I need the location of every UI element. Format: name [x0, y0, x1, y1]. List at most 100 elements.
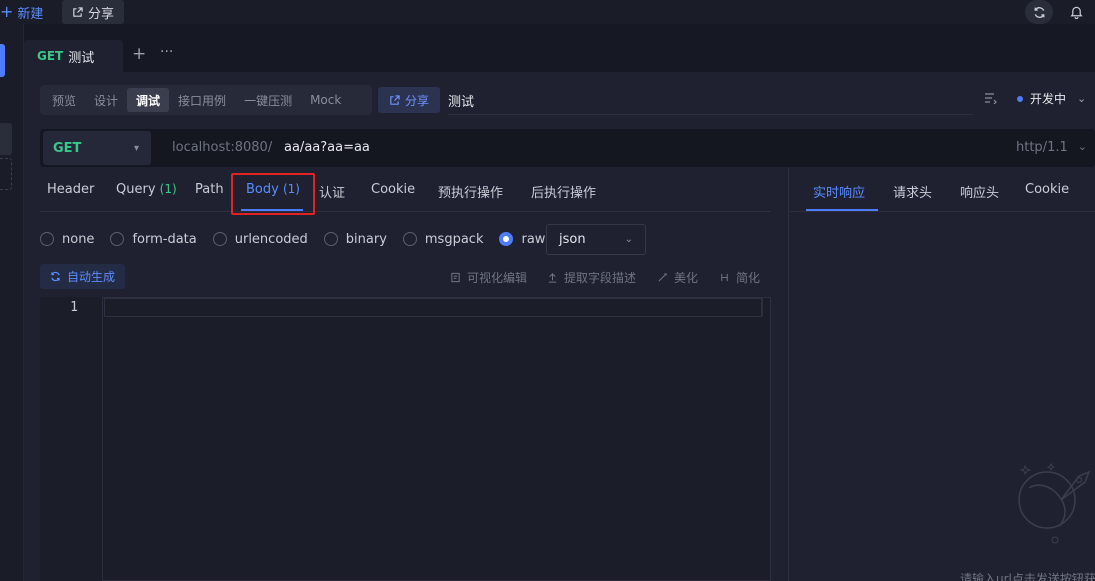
mode-load-test[interactable]: 一键压测	[235, 88, 301, 112]
share-button[interactable]: 分享	[378, 87, 440, 113]
tab-method: GET	[37, 49, 64, 63]
radio-urlencoded[interactable]: urlencoded	[212, 231, 308, 247]
tab-post-label: 后执行操作	[531, 186, 597, 201]
mode-switcher: 预览 设计 调试 接口用例 一键压测 Mock	[40, 85, 372, 115]
new-button[interactable]: + 新建	[0, 0, 43, 24]
mode-design[interactable]: 设计	[85, 88, 127, 112]
highlight-annotation-box	[231, 173, 315, 215]
code-editor[interactable]	[40, 297, 771, 581]
url-path-input[interactable]: aa/aa?aa=aa	[284, 140, 370, 155]
sidebar-active-indicator[interactable]	[0, 44, 5, 77]
tab-bar	[24, 38, 1095, 72]
simplify-button[interactable]: 简化	[719, 269, 760, 286]
tab-pre-label: 预执行操作	[438, 186, 504, 201]
radio-msgpack[interactable]: msgpack	[402, 231, 484, 247]
tab-auth[interactable]: 认证	[319, 182, 345, 201]
share-button-label: 分享	[404, 93, 429, 108]
http-version-select[interactable]: http/1.1 ⌄	[1016, 140, 1087, 155]
radio-circle	[402, 232, 417, 246]
radio-label: binary	[345, 231, 387, 247]
tab-header[interactable]: Header	[47, 182, 94, 197]
tab-header-label: Header	[47, 182, 95, 197]
radio-raw[interactable]: raw	[499, 232, 545, 247]
upload-icon	[548, 273, 557, 283]
beautify-button[interactable]: 美化	[657, 269, 698, 286]
simplify-label: 简化	[736, 271, 761, 285]
mode-debug[interactable]: 调试	[127, 88, 170, 112]
mode-mock[interactable]: Mock	[301, 88, 350, 112]
extract-desc-button[interactable]: 提取字段描述	[547, 269, 636, 286]
share-icon	[73, 6, 83, 17]
refresh-icon	[51, 271, 60, 282]
tab-request-headers[interactable]: 请求头	[893, 182, 932, 201]
mode-test-cases[interactable]: 接口用例	[169, 88, 235, 112]
line-number: 1	[70, 300, 78, 315]
sync-icon	[1034, 6, 1044, 18]
tab-response-headers[interactable]: 响应头	[960, 182, 999, 201]
radio-circle	[499, 232, 514, 246]
share-button-label: 分享	[87, 6, 114, 22]
method-value: GET	[53, 140, 82, 156]
api-name-input[interactable]: 测试	[448, 87, 973, 115]
chevron-down-icon: ⌄	[624, 234, 633, 245]
radio-label: urlencoded	[234, 231, 308, 247]
radio-form-data[interactable]: form-data	[110, 231, 197, 247]
radio-circle	[212, 232, 227, 246]
notification-button[interactable]	[1062, 0, 1090, 24]
visual-edit-label: 可视化编辑	[467, 271, 528, 285]
chevron-down-icon: ⌄	[1077, 140, 1087, 153]
sidebar-item[interactable]	[0, 123, 12, 155]
sync-button[interactable]	[1025, 0, 1053, 24]
new-button-label: 新建	[17, 6, 44, 22]
tab-post-actions[interactable]: 后执行操作	[531, 182, 596, 201]
body-type-group: none form-data urlencoded binary msgpack…	[40, 226, 561, 252]
more-tabs-icon[interactable]: ···	[160, 44, 173, 60]
status-dropdown[interactable]: 开发中 ⌄	[1017, 90, 1086, 107]
extract-desc-label: 提取字段描述	[564, 271, 637, 285]
tab-query[interactable]: Query (1)	[116, 182, 177, 197]
share-icon	[390, 94, 400, 105]
visual-edit-button[interactable]: 可视化编辑	[450, 269, 527, 286]
chevron-down-icon: ⌄	[1077, 92, 1087, 105]
response-tab-underline	[806, 209, 878, 211]
share-button-top[interactable]: 分享	[62, 0, 124, 24]
response-empty-hint: 请输入url点击发送按钮获取	[960, 572, 1095, 581]
left-sidebar	[0, 24, 24, 581]
mode-preview[interactable]: 预览	[43, 88, 85, 112]
radio-label: none	[62, 231, 95, 247]
current-line[interactable]	[104, 298, 762, 317]
status-label: 开发中	[1030, 92, 1067, 106]
tab-query-count: (1)	[159, 182, 177, 196]
radio-binary[interactable]: binary	[323, 231, 387, 247]
tab-path-label: Path	[195, 182, 224, 197]
bell-icon	[1069, 6, 1083, 19]
add-tab-icon[interactable]: +	[132, 44, 146, 64]
radio-label: msgpack	[424, 231, 484, 247]
tab-realtime-response[interactable]: 实时响应	[813, 182, 865, 201]
radio-circle	[40, 232, 54, 246]
tab-title: 测试	[68, 50, 95, 66]
tab-pre-actions[interactable]: 预执行操作	[438, 182, 503, 201]
radio-label: form-data	[132, 231, 197, 247]
tab-query-label: Query	[116, 182, 156, 197]
base-url: localhost:8080/	[172, 140, 273, 155]
tab-response-cookie[interactable]: Cookie	[1025, 182, 1069, 197]
panel-divider[interactable]	[788, 168, 789, 581]
auto-generate-label: 自动生成	[66, 270, 115, 284]
sidebar-dropzone[interactable]	[0, 158, 12, 190]
format-value: json	[559, 232, 586, 247]
tab-path[interactable]: Path	[195, 182, 224, 197]
radio-circle	[110, 232, 125, 246]
tab-auth-label: 认证	[319, 186, 346, 201]
format-select[interactable]: json ⌄	[546, 224, 646, 255]
list-icon[interactable]	[984, 92, 997, 104]
auto-generate-button[interactable]: 自动生成	[40, 264, 125, 289]
editor-scrollbar[interactable]	[762, 298, 770, 316]
editor-gutter	[40, 297, 103, 581]
method-select[interactable]: GET ▾	[43, 131, 151, 165]
tab-get-test[interactable]: GET 测试	[24, 40, 123, 72]
http-version-value: http/1.1	[1016, 140, 1068, 155]
radio-none[interactable]: none	[40, 232, 94, 247]
tab-cookie[interactable]: Cookie	[371, 182, 415, 197]
compress-icon	[721, 273, 728, 282]
